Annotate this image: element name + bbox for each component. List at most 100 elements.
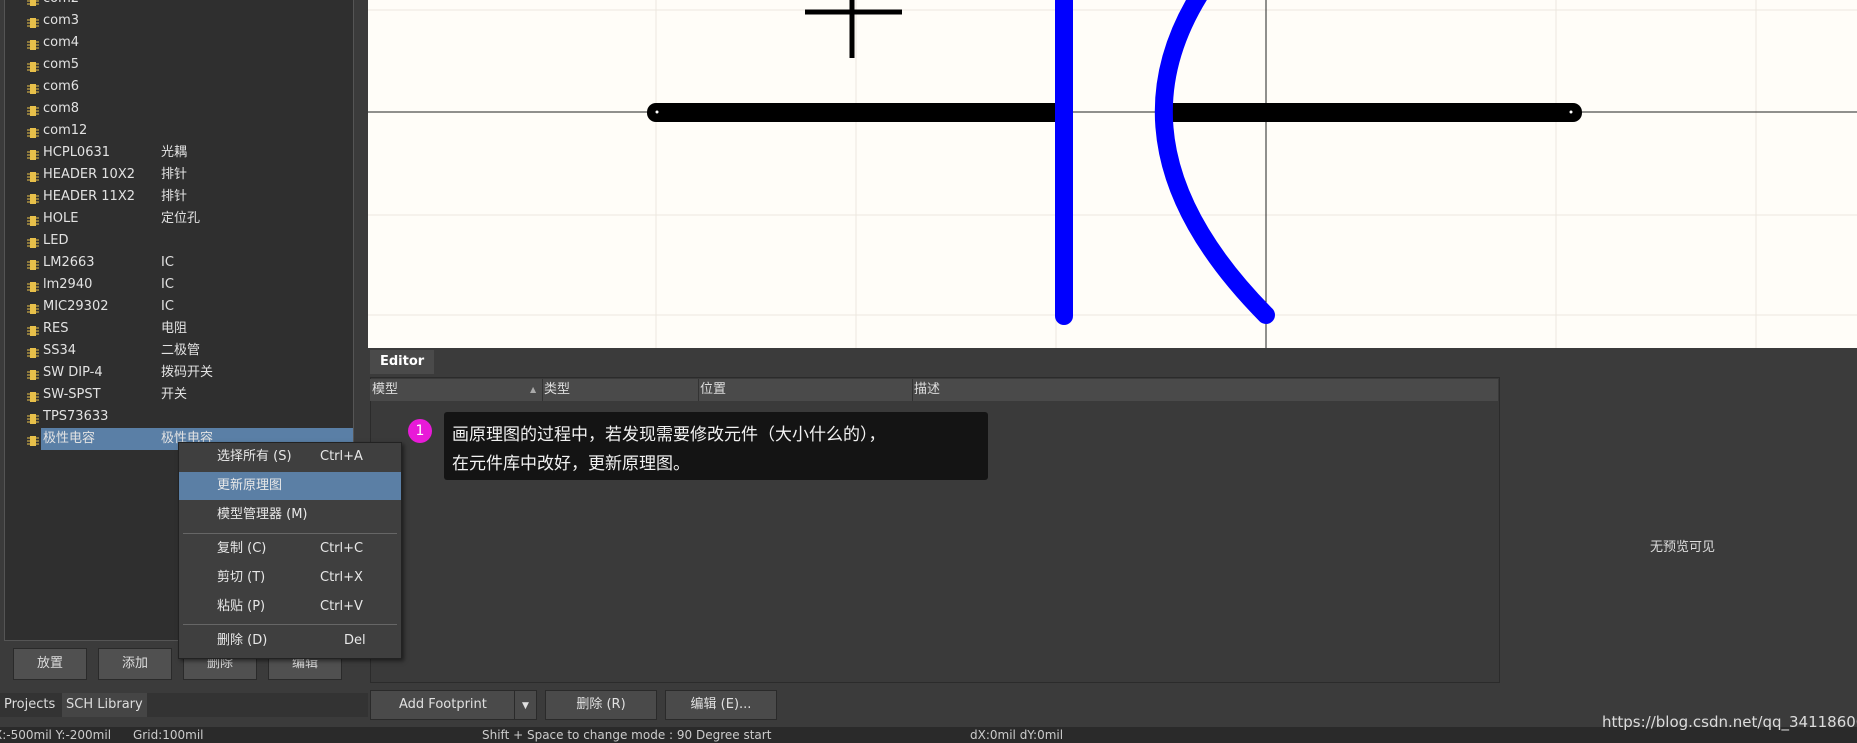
context-menu: 选择所有 (S) Ctrl+A 更新原理图 模型管理器 (M) 复制 (C) C… (178, 442, 402, 659)
component-row[interactable]: com8 (5, 98, 353, 120)
component-row[interactable]: SW-SPST 开关 (5, 384, 353, 406)
component-chip-icon (27, 147, 39, 160)
menu-item-model-manager[interactable]: 模型管理器 (M) (179, 501, 401, 529)
component-name: HOLE (43, 211, 79, 226)
menu-item-delete[interactable]: 删除 (D) Del (179, 627, 401, 655)
status-hint: Shift + Space to change mode : 90 Degree… (482, 728, 772, 742)
step-number-badge: 1 (408, 419, 432, 443)
menu-label: 选择所有 (S) (217, 449, 292, 464)
component-name: 极性电容 (43, 431, 96, 446)
component-row[interactable]: HEADER 10X2 排针 (5, 164, 353, 186)
component-name: com8 (43, 101, 80, 116)
status-grid: Grid:100mil (133, 728, 204, 742)
component-name: lm2940 (43, 277, 93, 292)
component-row[interactable]: RES 电阻 (5, 318, 353, 340)
menu-separator (183, 624, 397, 625)
component-chip-icon (27, 323, 39, 336)
schematic-canvas[interactable] (368, 0, 1857, 348)
column-model[interactable]: 模型 ▲ (370, 379, 543, 401)
component-row[interactable]: com3 (5, 10, 353, 32)
component-row[interactable]: com4 (5, 32, 353, 54)
component-name: com4 (43, 35, 80, 50)
canvas-grid (368, 0, 1857, 348)
component-chip-icon (27, 257, 39, 270)
component-chip-icon (27, 81, 39, 94)
add-footprint-dropdown[interactable]: ▼ (514, 690, 537, 720)
annotation-tooltip: 画原理图的过程中，若发现需要修改元件（大小什么的）， 在元件库中改好，更新原理图… (444, 412, 988, 480)
pin-left-handle (655, 110, 659, 114)
component-row[interactable]: MIC29302 IC (5, 296, 353, 318)
menu-label: 剪切 (T) (217, 570, 266, 585)
component-row[interactable]: LM2663 IC (5, 252, 353, 274)
left-panel-tabs: Projects SCH Library (0, 693, 368, 717)
column-type-label: 类型 (544, 382, 571, 397)
component-name: SW DIP-4 (43, 365, 103, 380)
add-footprint-button[interactable]: Add Footprint (370, 690, 537, 720)
component-description: 排针 (161, 189, 188, 204)
component-chip-icon (27, 125, 39, 138)
menu-item-copy[interactable]: 复制 (C) Ctrl+C (179, 535, 401, 563)
component-name: LED (43, 233, 69, 248)
menu-shortcut: Ctrl+A (320, 449, 363, 464)
menu-shortcut: Del (344, 633, 366, 648)
menu-label: 更新原理图 (217, 478, 283, 493)
menu-item-cut[interactable]: 剪切 (T) Ctrl+X (179, 564, 401, 592)
component-row[interactable]: HEADER 11X2 排针 (5, 186, 353, 208)
tab-projects[interactable]: Projects (0, 693, 59, 717)
status-bar: X:-500mil Y:-200mil Grid:100mil Shift + … (0, 727, 1857, 743)
capacitor-plate-curved[interactable] (1154, 0, 1275, 324)
component-row[interactable]: LED (5, 230, 353, 252)
add-button[interactable]: 添加 (98, 648, 172, 680)
component-row[interactable]: HCPL0631 光耦 (5, 142, 353, 164)
tab-editor[interactable]: Editor (370, 350, 435, 374)
menu-label: 粘贴 (P) (217, 599, 266, 614)
component-name: HEADER 11X2 (43, 189, 135, 204)
component-description: IC (161, 299, 174, 314)
component-description: 排针 (161, 167, 188, 182)
menu-label: 删除 (D) (217, 633, 268, 648)
component-row[interactable]: SS34 二极管 (5, 340, 353, 362)
menu-item-update-schematic[interactable]: 更新原理图 (179, 472, 401, 500)
component-chip-icon (27, 15, 39, 28)
component-row[interactable]: HOLE 定位孔 (5, 208, 353, 230)
component-chip-icon (27, 37, 39, 50)
status-delta: dX:0mil dY:0mil (970, 728, 1064, 742)
watermark-url: https://blog.csdn.net/qq_34118600 (1602, 713, 1857, 731)
menu-item-paste[interactable]: 粘贴 (P) Ctrl+V (179, 593, 401, 621)
menu-separator (183, 533, 397, 534)
component-row[interactable]: com2 (5, 0, 353, 10)
plus-sign-marker (805, 0, 902, 58)
editor-table-header: 模型 ▲ 类型 位置 描述 (370, 379, 1498, 401)
sort-arrow-icon: ▲ (530, 385, 537, 394)
edit-model-button[interactable]: 编辑 (E)... (665, 690, 777, 720)
column-description[interactable]: 描述 (912, 379, 1498, 401)
pin-left[interactable] (647, 103, 1072, 122)
menu-label: 模型管理器 (M) (217, 507, 308, 522)
component-row[interactable]: com6 (5, 76, 353, 98)
component-name: HCPL0631 (43, 145, 111, 160)
component-name: com3 (43, 13, 80, 28)
component-row[interactable]: SW DIP-4 拨码开关 (5, 362, 353, 384)
place-button[interactable]: 放置 (13, 648, 87, 680)
component-row[interactable]: lm2940 IC (5, 274, 353, 296)
add-footprint-label: Add Footprint (399, 697, 487, 712)
component-name: com6 (43, 79, 80, 94)
remove-model-button[interactable]: 删除 (R) (545, 690, 657, 720)
component-chip-icon (27, 169, 39, 182)
component-description: 光耦 (161, 145, 188, 160)
menu-shortcut: Ctrl+C (320, 541, 364, 556)
menu-item-select-all[interactable]: 选择所有 (S) Ctrl+A (179, 443, 401, 471)
column-type[interactable]: 类型 (542, 379, 699, 401)
menu-shortcut: Ctrl+V (320, 599, 363, 614)
component-description: IC (161, 277, 174, 292)
column-location[interactable]: 位置 (698, 379, 913, 401)
tab-sch-library[interactable]: SCH Library (62, 693, 147, 717)
component-chip-icon (27, 213, 39, 226)
pin-right[interactable] (1155, 103, 1582, 122)
component-row[interactable]: com12 (5, 120, 353, 142)
component-chip-icon (27, 59, 39, 72)
component-row[interactable]: TPS73633 (5, 406, 353, 428)
component-description: 开关 (161, 387, 188, 402)
column-model-label: 模型 (372, 382, 399, 397)
component-row[interactable]: com5 (5, 54, 353, 76)
